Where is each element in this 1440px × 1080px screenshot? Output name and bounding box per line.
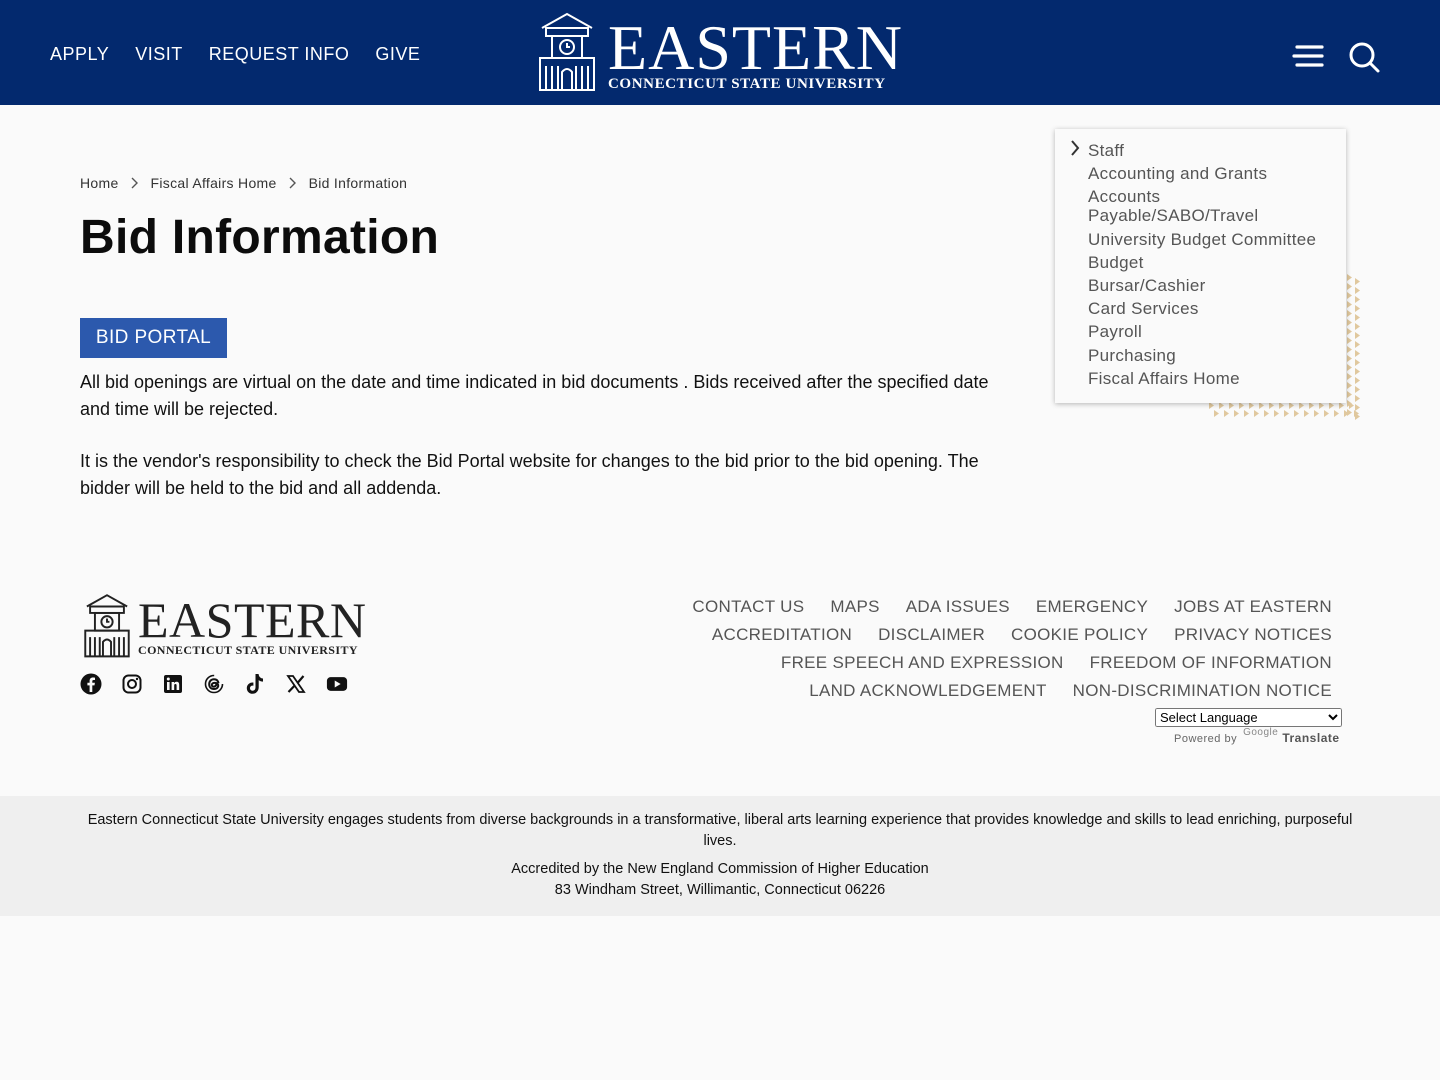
footer-link-cookie-policy[interactable]: COOKIE POLICY	[1011, 625, 1148, 645]
chevron-right-icon	[289, 177, 296, 189]
side-menu-budget[interactable]: Budget	[1088, 253, 1333, 272]
x-icon[interactable]	[285, 673, 307, 695]
bid-openings-paragraph: All bid openings are virtual on the date…	[80, 372, 989, 419]
bid-portal-button[interactable]: BID PORTAL	[80, 318, 227, 358]
section-side-menu: Staff Accounting and Grants Accounts Pay…	[1055, 129, 1346, 403]
accreditation-line: Accredited by the New England Commission…	[511, 861, 929, 877]
footer-link-accreditation[interactable]: ACCREDITATION	[712, 625, 852, 645]
nav-request-info[interactable]: REQUEST INFO	[209, 44, 350, 65]
mission-statement: Eastern Connecticut State University eng…	[87, 812, 1353, 849]
footer-links-row-1: CONTACT US MAPS ADA ISSUES EMERGENCY JOB…	[572, 597, 1332, 617]
powered-by-label: Powered by	[1174, 733, 1238, 745]
footer-link-land-acknowledgement[interactable]: LAND ACKNOWLEDGEMENT	[809, 681, 1046, 701]
social-links	[80, 673, 367, 695]
breadcrumb-current: Bid Information	[308, 175, 408, 191]
page-title: Bid Information	[80, 211, 440, 264]
site-header: APPLY VISIT REQUEST INFO GIVE EASTERN CO…	[0, 0, 1440, 105]
footer-links-row-4: LAND ACKNOWLEDGEMENT NON-DISCRIMINATION …	[572, 681, 1332, 701]
tiktok-icon[interactable]	[244, 673, 266, 695]
threads-icon[interactable]	[203, 673, 225, 695]
footer-links-row-2: ACCREDITATION DISCLAIMER COOKIE POLICY P…	[572, 625, 1332, 645]
breadcrumb: Home Fiscal Affairs Home Bid Information	[80, 175, 407, 191]
footer-link-privacy-notices[interactable]: PRIVACY NOTICES	[1174, 625, 1332, 645]
logo-wordmark: EASTERN	[608, 12, 903, 83]
youtube-icon[interactable]	[326, 673, 348, 695]
footer-link-non-discrimination[interactable]: NON-DISCRIMINATION NOTICE	[1073, 681, 1332, 701]
address-line: 83 Windham Street, Willimantic, Connecti…	[554, 882, 886, 898]
footer-link-disclaimer[interactable]: DISCLAIMER	[878, 625, 985, 645]
side-menu-purchasing[interactable]: Purchasing	[1088, 346, 1333, 365]
side-menu-staff[interactable]: Staff	[1088, 141, 1333, 160]
google-logo: Google	[1243, 727, 1279, 738]
logo-subtitle: CONNECTICUT STATE UNIVERSITY	[608, 76, 886, 92]
site-logo[interactable]: EASTERN CONNECTICUT STATE UNIVERSITY	[534, 10, 902, 96]
clock-tower-icon	[84, 594, 130, 658]
footer-link-maps[interactable]: MAPS	[830, 597, 879, 617]
breadcrumb-home[interactable]: Home	[80, 175, 119, 191]
translate-link[interactable]: Translate	[1282, 731, 1339, 745]
linkedin-icon[interactable]	[162, 673, 184, 695]
footer-links-row-3: FREE SPEECH AND EXPRESSION FREEDOM OF IN…	[572, 653, 1332, 673]
side-menu-accounting-grants[interactable]: Accounting and Grants	[1088, 164, 1333, 183]
hamburger-menu-icon[interactable]	[1291, 40, 1325, 74]
facebook-icon[interactable]	[80, 673, 102, 695]
top-nav: APPLY VISIT REQUEST INFO GIVE	[50, 44, 420, 65]
footer-link-freedom-of-information[interactable]: FREEDOM OF INFORMATION	[1090, 653, 1332, 673]
footer-logo-wordmark: EASTERN	[138, 592, 367, 648]
breadcrumb-fiscal-affairs[interactable]: Fiscal Affairs Home	[151, 175, 277, 191]
chevron-right-icon	[1071, 140, 1080, 156]
footer-link-emergency[interactable]: EMERGENCY	[1036, 597, 1148, 617]
side-menu-payroll[interactable]: Payroll	[1088, 322, 1333, 341]
footer-link-jobs[interactable]: JOBS AT EASTERN	[1174, 597, 1332, 617]
vendor-responsibility-paragraph: It is the vendor's responsibility to che…	[80, 451, 979, 498]
side-menu-fiscal-affairs-home[interactable]: Fiscal Affairs Home	[1088, 369, 1333, 388]
chevron-right-icon	[131, 177, 138, 189]
accreditation-address: Accredited by the New England Commission…	[0, 859, 1440, 901]
footer-link-ada-issues[interactable]: ADA ISSUES	[906, 597, 1010, 617]
instagram-icon[interactable]	[121, 673, 143, 695]
language-select[interactable]: Select Language	[1155, 708, 1342, 727]
search-icon[interactable]	[1347, 40, 1381, 74]
footer-link-contact-us[interactable]: CONTACT US	[692, 597, 804, 617]
footer-logo[interactable]: EASTERN CONNECTICUT STATE UNIVERSITY	[80, 592, 370, 660]
side-menu-bursar-cashier[interactable]: Bursar/Cashier	[1088, 276, 1333, 295]
side-menu-budget-committee[interactable]: University Budget Committee	[1088, 230, 1333, 249]
side-menu-card-services[interactable]: Card Services	[1088, 299, 1333, 318]
footer-link-free-speech[interactable]: FREE SPEECH AND EXPRESSION	[781, 653, 1064, 673]
side-menu-accounts-payable[interactable]: Accounts Payable/SABO/Travel	[1088, 187, 1333, 225]
footer-mission-band: Eastern Connecticut State University eng…	[0, 796, 1440, 916]
google-translate-attribution: Powered by Google Translate	[1174, 727, 1340, 745]
nav-visit[interactable]: VISIT	[135, 44, 183, 65]
footer-logo-subtitle: CONNECTICUT STATE UNIVERSITY	[138, 643, 358, 657]
nav-apply[interactable]: APPLY	[50, 44, 109, 65]
clock-tower-icon	[539, 12, 595, 91]
nav-give[interactable]: GIVE	[375, 44, 420, 65]
